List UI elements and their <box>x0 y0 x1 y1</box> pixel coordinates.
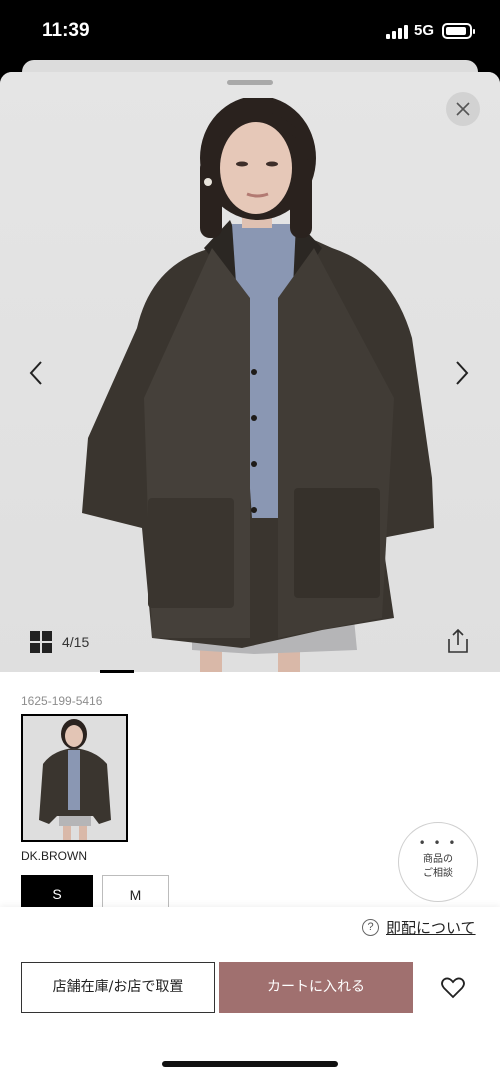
image-counter: 4/15 <box>62 634 90 650</box>
home-indicator[interactable] <box>162 1061 338 1067</box>
app-screen: 11:39 5G 4/15 1625-199-5416 DK.BROWN • •… <box>0 0 500 1080</box>
signal-icon <box>386 24 410 39</box>
status-bar: 11:39 5G <box>0 0 500 62</box>
close-icon <box>456 102 470 116</box>
slide-indicator <box>100 670 134 673</box>
network-type: 5G <box>414 22 435 39</box>
chevron-left-icon <box>29 361 42 385</box>
product-sheet: 4/15 1625-199-5416 DK.BROWN • • • 商品の ご相… <box>0 72 500 1080</box>
consult-label-line2: ご相談 <box>423 868 453 879</box>
next-image-button[interactable] <box>450 357 474 389</box>
previous-image-button[interactable] <box>24 357 48 389</box>
heart-icon <box>441 977 465 999</box>
product-photo[interactable]: 4/15 <box>0 72 500 672</box>
chevron-right-icon <box>456 361 469 385</box>
favorite-button[interactable] <box>441 977 465 999</box>
add-to-cart-button[interactable]: カートに入れる <box>219 962 413 1013</box>
color-name: DK.BROWN <box>21 849 87 863</box>
close-button[interactable] <box>446 92 480 126</box>
delivery-help-link[interactable]: ? 即配について <box>362 917 476 938</box>
model-photo <box>82 98 434 672</box>
status-time: 11:39 <box>42 20 90 41</box>
store-stock-button[interactable]: 店舗在庫/お店で取置 <box>21 962 215 1013</box>
sheet-grabber[interactable] <box>227 80 273 85</box>
grid-view-icon[interactable] <box>30 631 52 653</box>
delivery-help-label: 即配について <box>386 919 476 937</box>
color-swatch-thumbnail[interactable] <box>21 714 128 842</box>
more-dots-icon: • • • <box>418 836 458 850</box>
consult-button[interactable]: • • • 商品の ご相談 <box>398 822 478 902</box>
share-icon <box>448 628 468 653</box>
thumbnail-image <box>23 716 126 840</box>
gallery-footer: 4/15 <box>30 630 89 654</box>
consult-label-line1: 商品の <box>423 854 453 865</box>
product-sku: 1625-199-5416 <box>21 694 103 708</box>
question-icon: ? <box>362 919 379 936</box>
battery-icon <box>442 23 475 39</box>
bottom-action-bar: ? 即配について 店舗在庫/お店で取置 カートに入れる <box>0 907 500 1080</box>
share-button[interactable] <box>446 628 470 654</box>
